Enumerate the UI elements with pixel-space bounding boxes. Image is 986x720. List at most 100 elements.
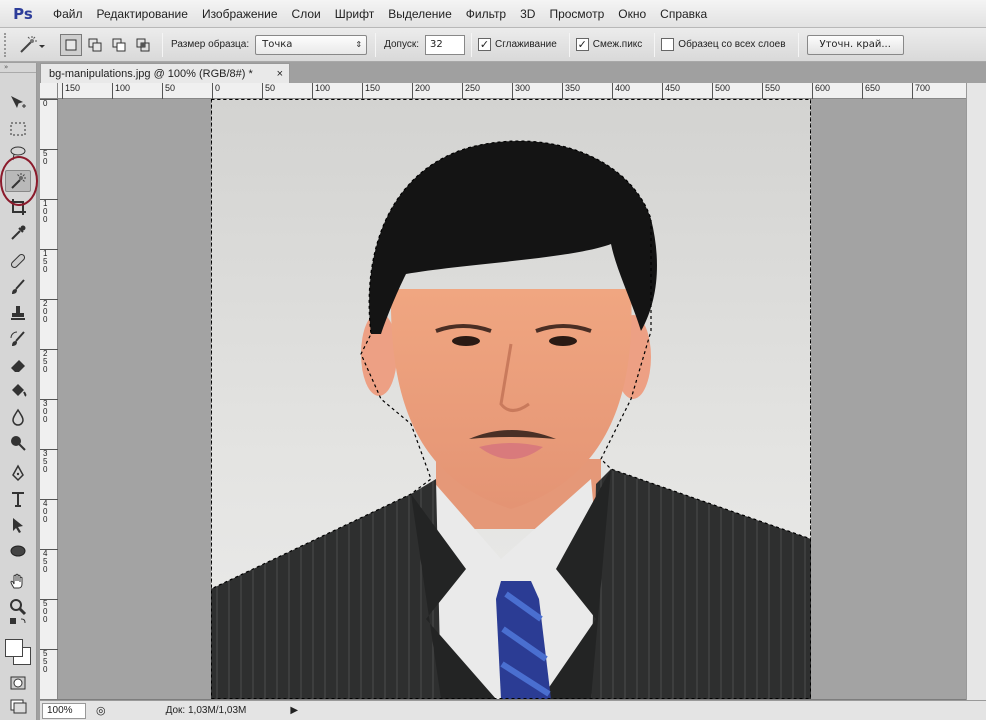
ruler-tick-label: 2 5 0 <box>40 349 58 374</box>
contiguous-checkbox[interactable]: ✓ <box>575 38 589 51</box>
sample-size-value: Точка <box>262 39 293 50</box>
ruler-tick-label: 2 0 0 <box>40 299 58 324</box>
ruler-tick-label: 500 <box>712 83 730 99</box>
menu-help[interactable]: Справка <box>653 7 714 21</box>
options-grip[interactable] <box>4 32 10 57</box>
status-menu-arrow-icon[interactable]: ▶ <box>290 705 298 716</box>
menu-window[interactable]: Окно <box>611 7 653 21</box>
menu-file[interactable]: Файл <box>46 7 90 21</box>
portrait-photo <box>211 99 811 699</box>
sample-all-layers-label: Образец со всех слоев <box>678 39 786 50</box>
menu-filter[interactable]: Фильтр <box>459 7 513 21</box>
ruler-origin[interactable] <box>40 83 58 99</box>
paint-bucket-icon[interactable] <box>5 380 31 402</box>
antialias-checkbox[interactable]: ✓ <box>478 38 492 51</box>
eyedropper-tool-icon[interactable] <box>5 222 31 244</box>
menu-select[interactable]: Выделение <box>381 7 459 21</box>
ruler-tick-label: 50 <box>262 83 275 99</box>
menu-bar: Ps Файл Редактирование Изображение Слои … <box>0 0 986 28</box>
options-separator <box>654 32 656 57</box>
ruler-tick-label: 5 0 <box>40 149 58 166</box>
history-brush-icon[interactable] <box>5 328 31 350</box>
clone-stamp-icon[interactable] <box>5 302 31 324</box>
dodge-tool-icon[interactable] <box>5 432 31 454</box>
ruler-tick-label: 400 <box>612 83 630 99</box>
intersect-selection-button[interactable] <box>132 34 154 56</box>
menu-layer[interactable]: Слои <box>285 7 328 21</box>
marquee-tool-icon[interactable] <box>5 118 31 140</box>
document-title: bg-manipulations.jpg @ 100% (RGB/8#) * <box>49 67 253 80</box>
eraser-tool-icon[interactable] <box>5 354 31 376</box>
selection-modes <box>60 33 154 56</box>
subtract-selection-button[interactable] <box>108 34 130 56</box>
zoom-tool-icon[interactable] <box>5 596 31 618</box>
toolbox-collapse-toggle[interactable]: » <box>0 63 36 73</box>
options-separator <box>375 32 377 57</box>
ruler-tick-label: 5 5 0 <box>40 649 58 674</box>
quick-mask-icon[interactable] <box>5 672 31 694</box>
horizontal-ruler[interactable]: 150 100 50 0 50 100 150 200 250 300 350 400 450 500 55… <box>58 83 970 99</box>
swap-colors-icon[interactable] <box>5 618 31 634</box>
hand-tool-icon[interactable] <box>5 570 31 592</box>
options-separator <box>797 32 799 57</box>
document-size-info[interactable]: Док: 1,03M/1,03M <box>166 705 247 716</box>
image-canvas[interactable] <box>211 99 811 699</box>
menu-image[interactable]: Изображение <box>195 7 285 21</box>
brush-tool-icon[interactable] <box>5 276 31 298</box>
ellipse-tool-icon[interactable] <box>5 540 31 562</box>
type-tool-icon[interactable] <box>5 488 31 510</box>
menu-3d[interactable]: 3D <box>513 7 542 21</box>
magic-wand-highlight-ring <box>0 156 38 206</box>
menu-type[interactable]: Шрифт <box>328 7 381 21</box>
ruler-tick-label: 3 5 0 <box>40 449 58 474</box>
sample-size-select[interactable]: Точка ⇕ <box>255 34 368 55</box>
zoom-level-field[interactable]: 100% <box>42 702 86 719</box>
ruler-tick-label: 4 0 0 <box>40 499 58 524</box>
options-separator <box>162 32 163 57</box>
ruler-tick-label: 200 <box>412 83 430 99</box>
healing-brush-icon[interactable] <box>5 250 31 272</box>
path-selection-icon[interactable] <box>5 514 31 536</box>
ruler-tick-label: 3 0 0 <box>40 399 58 424</box>
foreground-color-swatch[interactable] <box>5 639 23 657</box>
ruler-tick-label: 0 <box>40 99 58 108</box>
menu-view[interactable]: Просмотр <box>542 7 611 21</box>
move-tool-icon[interactable] <box>5 92 31 114</box>
photoshop-logo[interactable]: Ps <box>8 4 38 24</box>
tool-preset-picker[interactable] <box>14 33 50 57</box>
ruler-tick-label: 100 <box>312 83 330 99</box>
refine-edge-button[interactable]: Уточн. край... <box>806 34 904 55</box>
vertical-ruler[interactable]: 0 5 0 1 0 0 1 5 0 2 0 0 2 5 0 3 0 0 3 5 0 4 0 0 4… <box>40 99 58 699</box>
menu-edit[interactable]: Редактирование <box>90 7 195 21</box>
contiguous-label: Смеж.пикс <box>592 39 643 50</box>
ruler-tick-label: 1 5 0 <box>40 249 58 274</box>
ruler-tick-label: 350 <box>562 83 580 99</box>
pen-tool-icon[interactable] <box>5 462 31 484</box>
tolerance-label: Допуск: <box>384 39 420 50</box>
ruler-tick-label: 150 <box>62 83 80 99</box>
ruler-tick-label: 600 <box>812 83 830 99</box>
options-bar: Размер образца: Точка ⇕ Допуск: 32 ✓ Сгла… <box>0 28 986 62</box>
ruler-tick-label: 300 <box>512 83 530 99</box>
ruler-tick-label: 650 <box>862 83 880 99</box>
ruler-tick-label: 50 <box>162 83 175 99</box>
document-tab[interactable]: bg-manipulations.jpg @ 100% (RGB/8#) * × <box>40 63 290 83</box>
ruler-tick-label: 250 <box>462 83 480 99</box>
ruler-tick-label: 550 <box>762 83 780 99</box>
add-selection-button[interactable] <box>84 34 106 56</box>
select-arrows-icon: ⇕ <box>355 40 363 49</box>
blur-tool-icon[interactable] <box>5 406 31 428</box>
close-tab-icon[interactable]: × <box>277 68 283 80</box>
status-info-icon[interactable]: ◎ <box>96 704 106 717</box>
ruler-tick-label: 4 5 0 <box>40 549 58 574</box>
screen-mode-icon[interactable] <box>5 696 31 716</box>
sample-size-label: Размер образца: <box>171 39 250 50</box>
sample-all-layers-checkbox[interactable] <box>661 38 675 51</box>
new-selection-button[interactable] <box>60 33 82 56</box>
options-separator <box>568 32 570 57</box>
vertical-scrollbar[interactable] <box>966 83 986 700</box>
ruler-tick-label: 150 <box>362 83 380 99</box>
tolerance-input[interactable]: 32 <box>425 34 466 55</box>
options-separator <box>471 32 473 57</box>
ruler-tick-label: 5 0 0 <box>40 599 58 624</box>
